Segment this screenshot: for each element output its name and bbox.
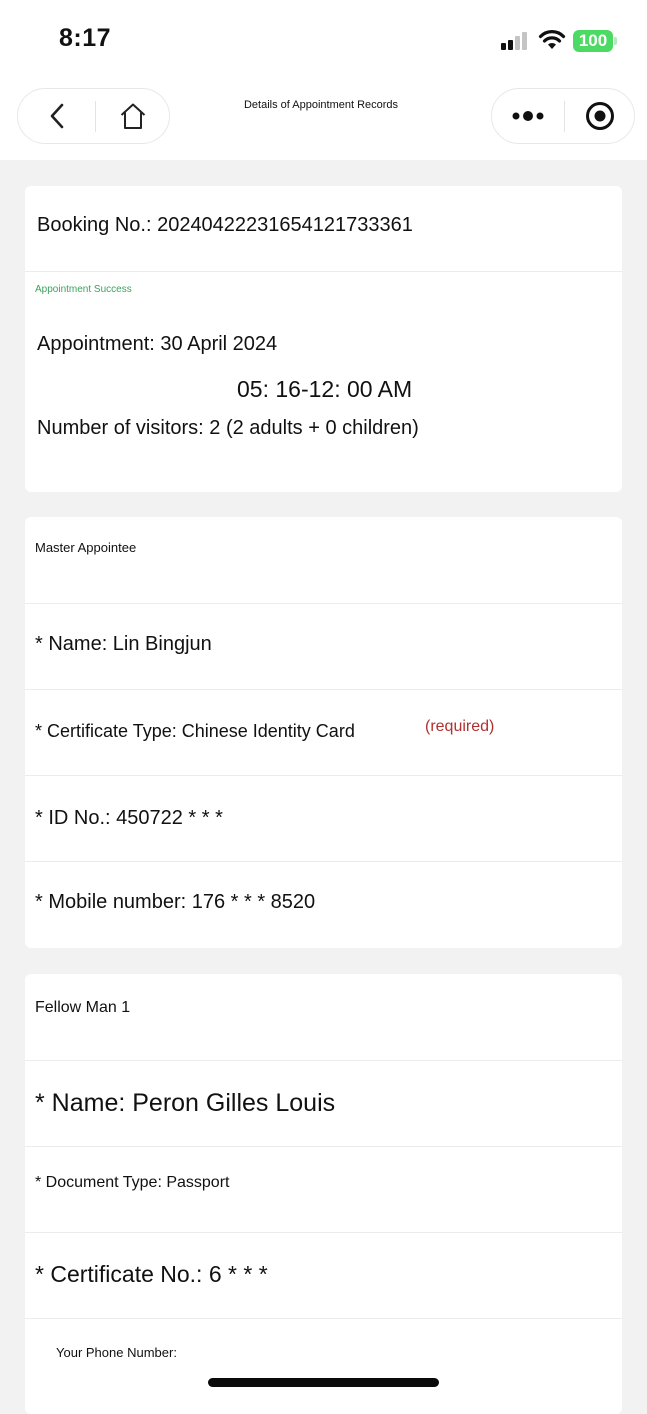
mobile-number: * Mobile number: 176 * * * 8520 bbox=[35, 891, 316, 913]
fellow-name: * Name: Peron Gilles Louis bbox=[35, 1089, 336, 1117]
fellow-heading-row: Fellow Man 1 bbox=[25, 974, 622, 1061]
booking-number-row: Booking No.: 20240422231654121733361 bbox=[25, 186, 622, 272]
more-dots-icon bbox=[512, 111, 544, 121]
home-indicator[interactable] bbox=[208, 1378, 439, 1387]
certificate-type-row: * Certificate Type: Chinese Identity Car… bbox=[25, 690, 622, 776]
mobile-row: * Mobile number: 176 * * * 8520 bbox=[25, 862, 622, 948]
appointment-time-slot: 05: 16-12: 00 AM bbox=[237, 376, 413, 402]
appointment-details: Appointment Success Appointment: 30 Apri… bbox=[25, 272, 622, 492]
document-type-row: * Document Type: Passport bbox=[25, 1147, 622, 1233]
top-bar: 8:17 100 Details of Appointment Records bbox=[0, 0, 647, 160]
section-heading: Master Appointee bbox=[35, 540, 137, 555]
master-name-row: * Name: Lin Bingjun bbox=[25, 604, 622, 690]
nav-capsule-right bbox=[491, 88, 635, 144]
battery-tip bbox=[614, 37, 617, 45]
back-button[interactable] bbox=[18, 89, 95, 143]
master-name: * Name: Lin Bingjun bbox=[35, 633, 212, 655]
certificate-number: * Certificate No.: 6 * * * bbox=[35, 1261, 268, 1287]
certificate-type: * Certificate Type: Chinese Identity Car… bbox=[35, 721, 355, 741]
fellow-card: Fellow Man 1 * Name: Peron Gilles Louis … bbox=[25, 974, 622, 1414]
home-icon bbox=[120, 103, 146, 129]
signal-icon bbox=[501, 32, 531, 50]
close-miniprogram-button[interactable] bbox=[565, 89, 635, 143]
home-button[interactable] bbox=[96, 89, 170, 143]
booking-card: Booking No.: 20240422231654121733361 App… bbox=[25, 186, 622, 492]
fellow-name-row: * Name: Peron Gilles Louis bbox=[25, 1061, 622, 1147]
certificate-number-row: * Certificate No.: 6 * * * bbox=[25, 1233, 622, 1319]
id-number-row: * ID No.: 450722 * * * bbox=[25, 776, 622, 862]
status-badge: Appointment Success bbox=[35, 284, 132, 295]
booking-number: Booking No.: 20240422231654121733361 bbox=[37, 214, 413, 236]
document-type: * Document Type: Passport bbox=[35, 1174, 230, 1191]
appointment-date: Appointment: 30 April 2024 bbox=[37, 333, 278, 355]
wifi-icon bbox=[538, 30, 566, 49]
master-heading-row: Master Appointee bbox=[25, 517, 622, 604]
id-number: * ID No.: 450722 * * * bbox=[35, 807, 223, 829]
battery-icon: 100 bbox=[573, 30, 613, 52]
target-icon bbox=[586, 102, 614, 130]
more-button[interactable] bbox=[492, 89, 564, 143]
page-title: Details of Appointment Records bbox=[243, 99, 399, 111]
master-appointee-card: Master Appointee * Name: Lin Bingjun * C… bbox=[25, 517, 622, 948]
chevron-left-icon bbox=[50, 103, 63, 129]
phone-label: Your Phone Number: bbox=[56, 1345, 177, 1360]
section-heading: Fellow Man 1 bbox=[35, 999, 131, 1016]
nav-capsule-left bbox=[17, 88, 170, 144]
required-note: (required) bbox=[425, 718, 495, 735]
status-time: 8:17 bbox=[59, 24, 112, 52]
visitor-count: Number of visitors: 2 (2 adults + 0 chil… bbox=[37, 417, 419, 439]
